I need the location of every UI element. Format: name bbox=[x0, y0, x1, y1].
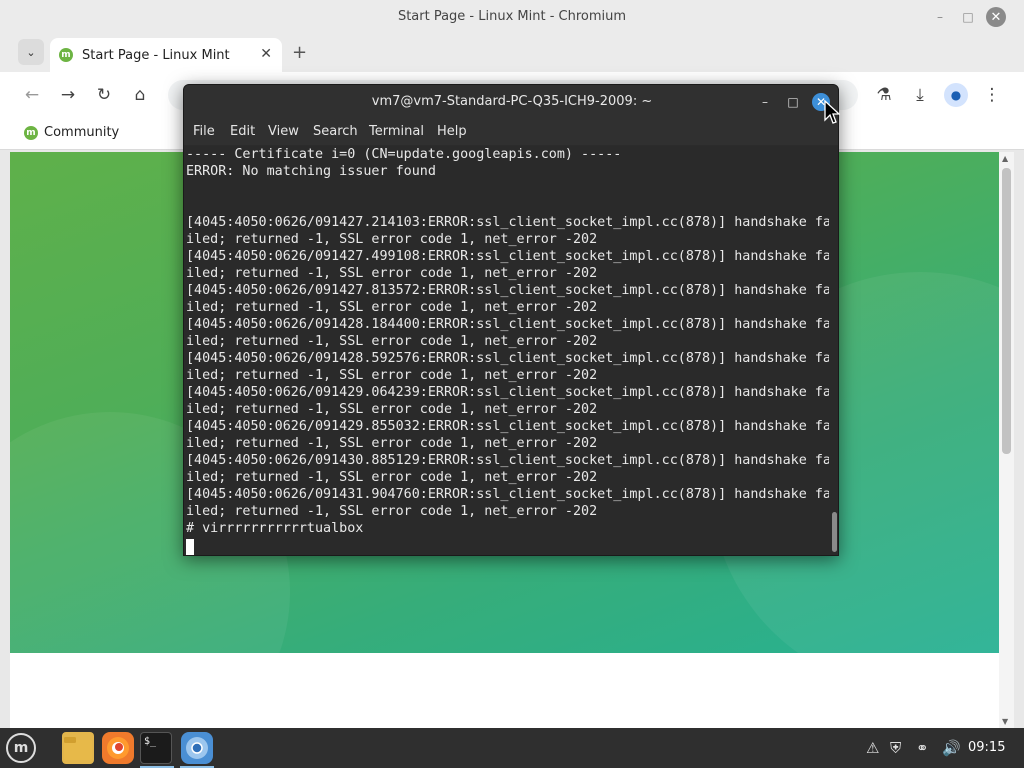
download-icon[interactable]: ⤓ bbox=[910, 85, 930, 105]
terminal-line: [4045:4050:0626/091429.855032:ERROR:ssl_… bbox=[186, 419, 829, 434]
network-icon[interactable]: ⚭ bbox=[916, 739, 929, 757]
terminal-line: [4045:4050:0626/091431.904760:ERROR:ssl_… bbox=[186, 487, 829, 502]
bookmark-community[interactable]: Community bbox=[44, 125, 119, 140]
mint-menu-icon[interactable]: m bbox=[6, 733, 36, 763]
tab-strip: ⌄ m Start Page - Linux Mint ✕ + bbox=[0, 34, 1024, 72]
scrollbar-thumb[interactable] bbox=[1002, 168, 1011, 454]
maximize-icon[interactable]: □ bbox=[958, 7, 978, 27]
terminal-line: [4045:4050:0626/091427.813572:ERROR:ssl_… bbox=[186, 283, 829, 298]
scroll-up-icon[interactable]: ▲ bbox=[1002, 154, 1008, 163]
close-icon[interactable]: ✕ bbox=[986, 7, 1006, 27]
folder-icon bbox=[64, 737, 92, 760]
terminal-line: iled; returned -1, SSL error code 1, net… bbox=[186, 266, 598, 281]
terminal-line: iled; returned -1, SSL error code 1, net… bbox=[186, 300, 598, 315]
terminal-line: [4045:4050:0626/091428.592576:ERROR:ssl_… bbox=[186, 351, 829, 366]
chromium-logo-icon bbox=[186, 737, 208, 759]
terminal-line: iled; returned -1, SSL error code 1, net… bbox=[186, 470, 598, 485]
firefox-icon[interactable] bbox=[102, 732, 134, 764]
profile-icon[interactable]: ● bbox=[944, 83, 968, 107]
terminal-menubar: File Edit View Search Terminal Help bbox=[184, 119, 838, 145]
page-blank-area bbox=[10, 653, 999, 728]
menu-view[interactable]: View bbox=[268, 124, 299, 139]
volume-icon[interactable]: 🔊 bbox=[942, 739, 961, 757]
files-icon[interactable] bbox=[62, 732, 94, 764]
menu-terminal[interactable]: Terminal bbox=[369, 124, 424, 139]
terminal-line: [4045:4050:0626/091427.214103:ERROR:ssl_… bbox=[186, 215, 829, 230]
terminal-minimize-icon[interactable]: – bbox=[756, 93, 774, 111]
scroll-down-icon[interactable]: ▼ bbox=[1002, 717, 1008, 726]
forward-icon[interactable]: → bbox=[58, 85, 78, 105]
terminal-title: vm7@vm7-Standard-PC-Q35-ICH9-2009: ~ bbox=[371, 94, 653, 109]
tab-search-button[interactable]: ⌄ bbox=[18, 39, 44, 65]
reload-icon[interactable]: ↻ bbox=[94, 85, 114, 105]
terminal-scrollbar-thumb[interactable] bbox=[832, 512, 837, 552]
terminal-window: vm7@vm7-Standard-PC-Q35-ICH9-2009: ~ – □… bbox=[183, 84, 839, 556]
terminal-line: iled; returned -1, SSL error code 1, net… bbox=[186, 436, 598, 451]
shield-icon[interactable]: ⛨ bbox=[890, 739, 901, 757]
menu-help[interactable]: Help bbox=[437, 124, 467, 139]
terminal-icon[interactable]: $_ bbox=[140, 732, 172, 764]
menu-kebab-icon[interactable]: ⋮ bbox=[982, 85, 1002, 105]
terminal-line: ----- Certificate i=0 (CN=update.googlea… bbox=[186, 147, 622, 162]
terminal-line: ERROR: No matching issuer found bbox=[186, 164, 436, 179]
terminal-line: [4045:4050:0626/091430.885129:ERROR:ssl_… bbox=[186, 453, 829, 468]
terminal-line: iled; returned -1, SSL error code 1, net… bbox=[186, 504, 598, 519]
terminal-line: iled; returned -1, SSL error code 1, net… bbox=[186, 334, 598, 349]
terminal-output[interactable]: ----- Certificate i=0 (CN=update.googlea… bbox=[184, 146, 829, 555]
firefox-logo-icon bbox=[107, 737, 129, 759]
terminal-line: iled; returned -1, SSL error code 1, net… bbox=[186, 402, 598, 417]
menu-file[interactable]: File bbox=[193, 124, 215, 139]
back-icon[interactable]: ← bbox=[22, 85, 42, 105]
terminal-scrollbar[interactable] bbox=[829, 146, 838, 555]
terminal-prompt-line: # virrrrrrrrrrrtualbox bbox=[186, 521, 364, 536]
community-bookmark-icon: m bbox=[24, 126, 38, 140]
taskbar: m $_ ⚠ ⛨ ⚭ 🔊 09:15 bbox=[0, 728, 1024, 768]
linux-mint-favicon-icon: m bbox=[59, 48, 73, 62]
terminal-titlebar: vm7@vm7-Standard-PC-Q35-ICH9-2009: ~ – □… bbox=[184, 85, 838, 119]
terminal-line: iled; returned -1, SSL error code 1, net… bbox=[186, 232, 598, 247]
menu-search[interactable]: Search bbox=[313, 124, 358, 139]
mouse-pointer-icon bbox=[824, 100, 840, 124]
tab-start-page[interactable]: m Start Page - Linux Mint ✕ bbox=[50, 38, 282, 72]
chromium-icon[interactable] bbox=[181, 732, 213, 764]
labs-icon[interactable]: ⚗ bbox=[874, 85, 894, 105]
minimize-icon[interactable]: – bbox=[930, 7, 950, 27]
update-manager-icon[interactable]: ⚠ bbox=[866, 739, 879, 757]
browser-window-title: Start Page - Linux Mint - Chromium bbox=[397, 9, 627, 24]
tab-label: Start Page - Linux Mint bbox=[82, 48, 230, 63]
terminal-cursor bbox=[186, 539, 194, 555]
terminal-line: [4045:4050:0626/091428.184400:ERROR:ssl_… bbox=[186, 317, 829, 332]
menu-edit[interactable]: Edit bbox=[230, 124, 255, 139]
new-tab-button[interactable]: + bbox=[292, 42, 307, 63]
terminal-maximize-icon[interactable]: □ bbox=[784, 93, 802, 111]
terminal-line: [4045:4050:0626/091427.499108:ERROR:ssl_… bbox=[186, 249, 829, 264]
browser-titlebar: Start Page - Linux Mint - Chromium – □ ✕ bbox=[0, 0, 1024, 34]
clock[interactable]: 09:15 bbox=[968, 740, 1005, 755]
tab-close-icon[interactable]: ✕ bbox=[260, 46, 272, 62]
home-icon[interactable]: ⌂ bbox=[130, 85, 150, 105]
terminal-line: [4045:4050:0626/091429.064239:ERROR:ssl_… bbox=[186, 385, 829, 400]
page-scrollbar[interactable]: ▲ ▼ bbox=[999, 152, 1014, 728]
terminal-line: iled; returned -1, SSL error code 1, net… bbox=[186, 368, 598, 383]
